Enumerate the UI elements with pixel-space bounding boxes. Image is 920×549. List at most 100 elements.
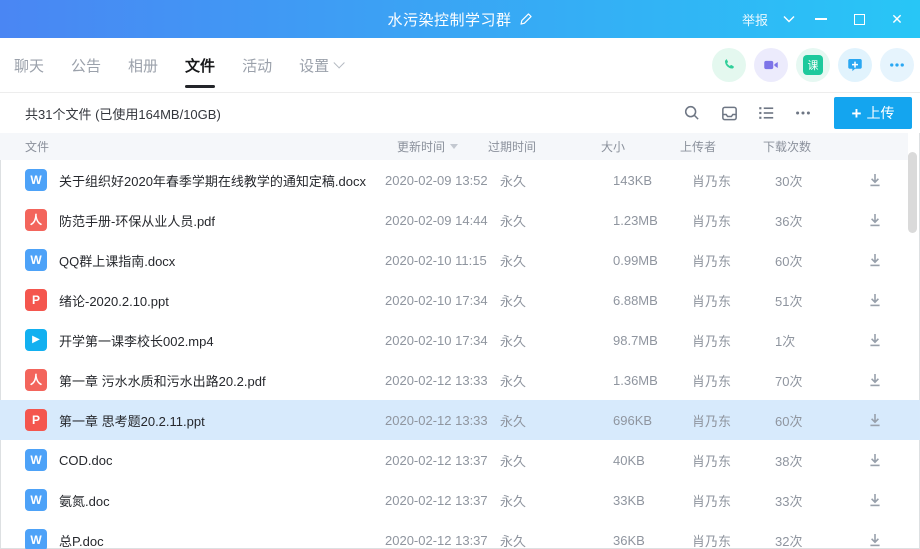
file-count-summary: 共31个文件 (已使用164MB/10GB) [25, 104, 221, 123]
table-row[interactable]: W QQ群上课指南.docx 2020-02-10 11:15 永久 0.99M… [0, 240, 920, 280]
download-button[interactable] [863, 488, 887, 512]
tab-label: 文件 [185, 55, 215, 76]
download-manager-button[interactable] [719, 103, 739, 123]
file-size: 1.23MB [613, 213, 692, 228]
tab-bar: 聊天 公告 相册 文件 活动 设置 [0, 38, 920, 93]
ppt-file-icon: P [25, 409, 47, 431]
file-updated: 2020-02-12 13:37 [385, 453, 500, 468]
file-expire: 永久 [500, 211, 613, 230]
list-view-button[interactable] [756, 103, 776, 123]
table-row[interactable]: P 第一章 思考题20.2.11.ppt 2020-02-12 13:33 永久… [0, 400, 920, 440]
file-uploader: 肖乃东 [692, 411, 775, 430]
maximize-icon [854, 14, 865, 25]
file-download-count: 51次 [775, 291, 855, 310]
file-download-count: 60次 [775, 411, 855, 430]
file-size: 1.36MB [613, 373, 692, 388]
file-size: 36KB [613, 533, 692, 548]
edit-title-icon[interactable] [519, 12, 533, 26]
file-size: 40KB [613, 453, 692, 468]
minimize-button[interactable] [808, 6, 834, 32]
vertical-scrollbar-thumb[interactable] [908, 152, 917, 233]
download-button[interactable] [863, 248, 887, 272]
word-file-icon: W [25, 489, 47, 511]
tab-3[interactable]: 文件 [185, 38, 215, 92]
file-uploader: 肖乃东 [692, 251, 775, 270]
header-uploader: 上传者 [680, 138, 763, 155]
table-row[interactable]: W COD.doc 2020-02-12 13:37 永久 40KB 肖乃东 3… [0, 440, 920, 480]
file-expire: 永久 [500, 451, 613, 470]
file-name-cell: W QQ群上课指南.docx [25, 249, 385, 271]
file-expire: 永久 [500, 171, 613, 190]
download-button[interactable] [863, 528, 887, 549]
file-updated: 2020-02-09 14:44 [385, 213, 500, 228]
report-button[interactable]: 举报 [742, 10, 768, 29]
header-size: 大小 [601, 138, 680, 155]
search-button[interactable] [682, 103, 702, 123]
tab-label: 活动 [242, 55, 272, 76]
file-updated: 2020-02-09 13:52 [385, 173, 500, 188]
tab-2[interactable]: 相册 [128, 38, 158, 92]
new-chat-button[interactable] [838, 48, 872, 82]
table-row[interactable]: W 氨氮.doc 2020-02-12 13:37 永久 33KB 肖乃东 33… [0, 480, 920, 520]
download-icon [867, 212, 883, 228]
download-icon [867, 172, 883, 188]
file-uploader: 肖乃东 [692, 491, 775, 510]
download-button[interactable] [863, 448, 887, 472]
download-button[interactable] [863, 168, 887, 192]
file-name: 绪论-2020.2.10.ppt [59, 291, 169, 310]
file-expire: 永久 [500, 251, 613, 270]
file-uploader: 肖乃东 [692, 291, 775, 310]
search-icon [683, 104, 701, 122]
table-row[interactable]: 人 第一章 污水水质和污水出路20.2.pdf 2020-02-12 13:33… [0, 360, 920, 400]
pdf-file-icon: 人 [25, 369, 47, 391]
video-file-icon: ▶ [25, 329, 47, 351]
table-row[interactable]: W 总P.doc 2020-02-12 13:37 永久 36KB 肖乃东 32… [0, 520, 920, 549]
file-download-count: 60次 [775, 251, 855, 270]
file-download-count: 36次 [775, 211, 855, 230]
download-button[interactable] [863, 408, 887, 432]
file-download-count: 30次 [775, 171, 855, 190]
more-actions-button[interactable] [880, 48, 914, 82]
file-download-count: 1次 [775, 331, 855, 350]
voice-call-button[interactable] [712, 48, 746, 82]
video-call-button[interactable] [754, 48, 788, 82]
tab-1[interactable]: 公告 [71, 38, 101, 92]
class-button[interactable]: 课 [796, 48, 830, 82]
tab-label: 公告 [71, 55, 101, 76]
download-button[interactable] [863, 368, 887, 392]
file-size: 143KB [613, 173, 692, 188]
more-tools-button[interactable] [793, 103, 813, 123]
file-expire: 永久 [500, 331, 613, 350]
file-name-cell: W 总P.doc [25, 529, 385, 549]
header-updated[interactable]: 更新时间 [373, 138, 488, 155]
download-button[interactable] [863, 288, 887, 312]
file-name: 第一章 思考题20.2.11.ppt [59, 411, 205, 430]
tab-0[interactable]: 聊天 [14, 38, 44, 92]
download-icon [867, 532, 883, 548]
table-row[interactable]: 人 防范手册-环保从业人员.pdf 2020-02-09 14:44 永久 1.… [0, 200, 920, 240]
table-row[interactable]: P 绪论-2020.2.10.ppt 2020-02-10 17:34 永久 6… [0, 280, 920, 320]
download-button[interactable] [863, 208, 887, 232]
file-name-cell: 人 第一章 污水水质和污水出路20.2.pdf [25, 369, 385, 391]
file-uploader: 肖乃东 [692, 531, 775, 549]
file-expire: 永久 [500, 531, 613, 549]
file-name: QQ群上课指南.docx [59, 251, 175, 270]
maximize-button[interactable] [846, 6, 872, 32]
ellipsis-icon [794, 104, 812, 122]
file-updated: 2020-02-10 17:34 [385, 333, 500, 348]
file-uploader: 肖乃东 [692, 171, 775, 190]
upload-button[interactable]: + 上传 [834, 97, 912, 129]
file-uploader: 肖乃东 [692, 371, 775, 390]
download-icon [867, 332, 883, 348]
file-name: 总P.doc [59, 531, 104, 549]
tab-4[interactable]: 活动 [242, 38, 272, 92]
table-row[interactable]: W 关于组织好2020年春季学期在线教学的通知定稿.docx 2020-02-0… [0, 160, 920, 200]
close-button[interactable]: ✕ [884, 6, 910, 32]
tab-5[interactable]: 设置 [299, 38, 341, 92]
tab-label: 设置 [299, 55, 329, 76]
chevron-down-icon[interactable] [782, 14, 796, 24]
table-row[interactable]: ▶ 开学第一课李校长002.mp4 2020-02-10 17:34 永久 98… [0, 320, 920, 360]
file-size: 98.7MB [613, 333, 692, 348]
file-table-header: 文件 更新时间 过期时间 大小 上传者 下载次数 [0, 133, 908, 160]
download-button[interactable] [863, 328, 887, 352]
